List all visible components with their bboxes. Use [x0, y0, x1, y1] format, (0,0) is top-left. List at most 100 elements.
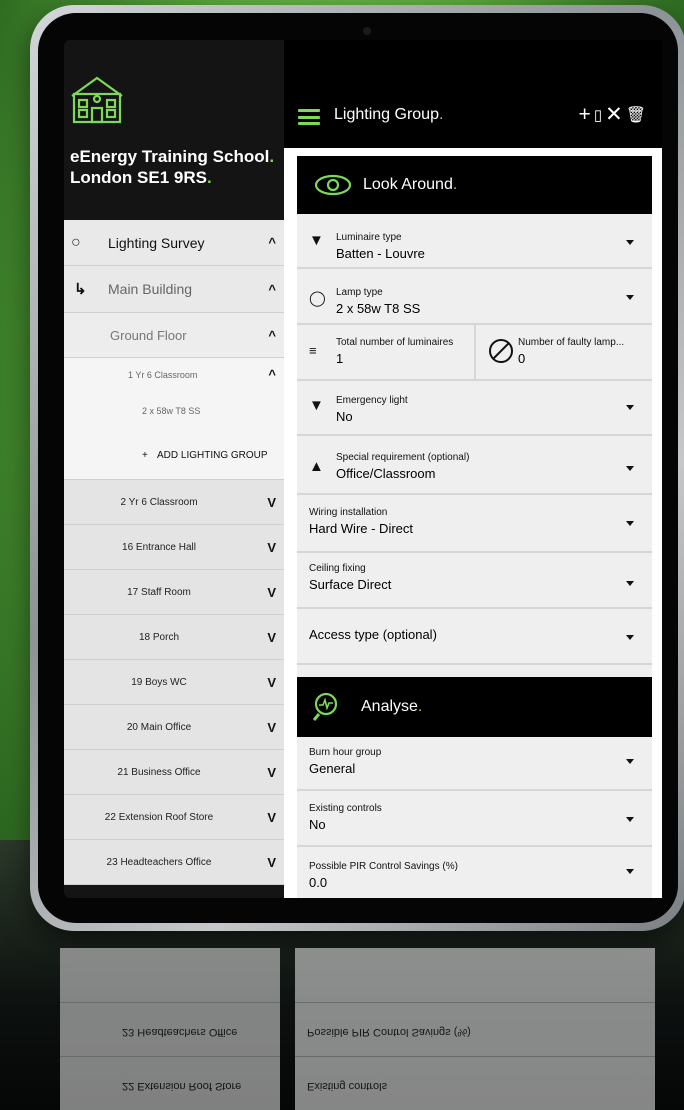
tree-item-label: Lighting Survey — [108, 234, 205, 251]
dropdown-arrow-icon — [626, 869, 634, 874]
tree-item-room[interactable]: 20 Main Office V — [64, 705, 284, 750]
warning-icon: ▲ — [309, 458, 324, 475]
total-luminaires-field[interactable]: ≡ Total number of luminaires 1 — [297, 325, 476, 379]
look-around-header: Look Around. — [297, 156, 652, 214]
school-info: eEnergy Training School. London SE1 9RS. — [70, 147, 275, 187]
other-rooms-list: 2 Yr 6 Classroom V 16 Entrance Hall V 17 Sta… — [64, 480, 284, 885]
tree-item-room[interactable]: 2 Yr 6 Classroom V — [64, 480, 284, 525]
lightbulb-icon: ○ — [71, 233, 81, 251]
chevron-down-icon[interactable]: V — [267, 720, 276, 735]
section-title: Analyse — [361, 698, 418, 715]
tree-item-label: 21 Business Office — [117, 766, 201, 778]
tree-item-room[interactable]: 18 Porch V — [64, 615, 284, 660]
school-address: London SE1 9RS — [70, 168, 207, 187]
reflection-row: 23 Headteachers Office — [60, 1002, 280, 1056]
screen-reflection: 22 Extension Roof Store 23 Headteachers … — [60, 948, 658, 1110]
tree-item-label: 19 Boys WC — [131, 676, 187, 688]
section-title: Look Around — [363, 176, 453, 193]
spacer — [297, 665, 652, 677]
form-inner: Look Around. ▼ Luminaire type Batten - L… — [297, 156, 652, 898]
access-type-select[interactable]: Access type (optional) — [297, 609, 652, 665]
tree-item-lighting-survey[interactable]: ○ Lighting Survey ^ — [64, 220, 284, 266]
dropdown-arrow-icon — [626, 581, 634, 586]
burn-hour-group-select[interactable]: Burn hour group General — [297, 737, 652, 791]
luminaire-type-select[interactable]: ▼ Luminaire type Batten - Louvre — [297, 214, 652, 269]
tree-item-label: 23 Headteachers Office — [106, 856, 212, 868]
dropdown-arrow-icon — [626, 759, 634, 764]
chevron-up-icon[interactable]: ^ — [268, 328, 276, 343]
lamp-type-select[interactable]: ◯ Lamp type 2 x 58w T8 SS — [297, 269, 652, 325]
add-lighting-group-button[interactable]: + ADD LIGHTING GROUP — [64, 431, 284, 480]
chevron-down-icon[interactable]: V — [267, 585, 276, 600]
tree-item-room[interactable]: 16 Entrance Hall V — [64, 525, 284, 570]
school-building-icon — [71, 76, 123, 124]
chevron-down-icon[interactable]: V — [267, 495, 276, 510]
dropdown-arrow-icon — [626, 521, 634, 526]
chevron-down-icon[interactable]: V — [267, 540, 276, 555]
existing-controls-select[interactable]: Existing controls No — [297, 791, 652, 847]
tree-item-ground-floor[interactable]: Ground Floor ^ — [64, 313, 284, 358]
close-icon[interactable]: ✕ — [605, 102, 623, 127]
add-lighting-group-label: ADD LIGHTING GROUP — [157, 449, 268, 461]
tree-item-label: Ground Floor — [110, 327, 187, 343]
hamburger-menu-icon[interactable] — [298, 109, 320, 125]
faulty-lamps-field[interactable]: Number of faulty lamp... 0 — [476, 325, 652, 379]
chevron-down-icon[interactable]: V — [267, 855, 276, 870]
tree-item-room[interactable]: 22 Extension Roof Store V — [64, 795, 284, 840]
tree-item-room[interactable]: 23 Headteachers Office V — [64, 840, 284, 885]
analyse-header: Analyse. — [297, 677, 652, 737]
app-header: Lighting Group. + ▯ ✕ 🗑 — [284, 40, 662, 148]
reflection-left: 22 Extension Roof Store 23 Headteachers … — [60, 948, 280, 1110]
tree-item-room[interactable]: 17 Staff Room V — [64, 570, 284, 615]
tree-item-room[interactable]: 21 Business Office V — [64, 750, 284, 795]
tree-item-label: 2 x 58w T8 SS — [142, 406, 201, 416]
special-requirement-select[interactable]: ▲ Special requirement (optional) Office/… — [297, 436, 652, 495]
subdirectory-arrow-icon: ↳ — [74, 281, 87, 298]
pir-savings-select[interactable]: Possible PIR Control Savings (%) 0.0 — [297, 847, 652, 898]
tree-item-room[interactable]: 19 Boys WC V — [64, 660, 284, 705]
page-title: Lighting Group. — [334, 106, 444, 123]
tree-item-label: 16 Entrance Hall — [122, 541, 196, 553]
chevron-up-icon[interactable]: ^ — [268, 235, 276, 250]
emergency-light-select[interactable]: ▼ Emergency light No — [297, 381, 652, 436]
eye-icon — [314, 174, 352, 196]
ceiling-fixing-select[interactable]: Ceiling fixing Surface Direct — [297, 553, 652, 609]
luminaire-counts-row: ≡ Total number of luminaires 1 Number of… — [297, 325, 652, 381]
add-icon[interactable]: + — [579, 103, 591, 127]
app-screen: eEnergy Training School. London SE1 9RS.… — [64, 40, 662, 898]
header-actions: + ▯ ✕ 🗑 — [579, 102, 646, 127]
dropdown-arrow-icon — [626, 466, 634, 471]
dropdown-arrow-icon — [626, 240, 634, 245]
room-expanded: 1 Yr 6 Classroom ^ 2 x 58w T8 SS + ADD L… — [64, 358, 284, 480]
chevron-down-icon[interactable]: V — [267, 675, 276, 690]
reflection-row: Possible PIR Control Savings (%) — [295, 1002, 655, 1056]
survey-tree: ○ Lighting Survey ^ ↳ Main Building ^ Gr… — [64, 220, 284, 885]
plus-icon: + — [142, 449, 148, 461]
dropdown-arrow-icon — [626, 635, 634, 640]
tree-item-main-building[interactable]: ↳ Main Building ^ — [64, 266, 284, 313]
ceiling-lamp-icon: ▼ — [309, 232, 324, 249]
chevron-down-icon[interactable]: V — [267, 810, 276, 825]
magnifier-pulse-icon — [312, 692, 338, 721]
copy-icon[interactable]: ▯ — [594, 106, 602, 124]
wiring-installation-select[interactable]: Wiring installation Hard Wire - Direct — [297, 495, 652, 553]
chevron-up-icon[interactable]: ^ — [268, 367, 276, 382]
tree-item-label: 20 Main Office — [126, 721, 192, 733]
school-name: eEnergy Training School — [70, 147, 270, 166]
chevron-down-icon[interactable]: V — [267, 630, 276, 645]
ceiling-lamp-icon: ▼ — [309, 397, 324, 414]
reflection-right: Existing controls Possible PIR Control S… — [295, 948, 655, 1110]
broken-bulb-icon — [489, 339, 513, 363]
tree-item-label: 17 Staff Room — [127, 586, 191, 598]
tree-item-label: Main Building — [108, 281, 193, 297]
tree-item-room-1-yr6[interactable]: 1 Yr 6 Classroom ^ — [64, 358, 284, 391]
sidebar: eEnergy Training School. London SE1 9RS.… — [64, 40, 284, 898]
tree-item-lighting-group[interactable]: 2 x 58w T8 SS — [64, 391, 284, 431]
tree-item-label: 1 Yr 6 Classroom — [128, 369, 198, 380]
dropdown-arrow-icon — [626, 817, 634, 822]
chevron-down-icon[interactable]: V — [267, 765, 276, 780]
chevron-up-icon[interactable]: ^ — [268, 282, 276, 297]
tree-item-label: 22 Extension Roof Store — [104, 811, 214, 823]
reflection-row: 22 Extension Roof Store — [60, 1056, 280, 1110]
trash-icon[interactable]: 🗑 — [626, 105, 646, 125]
